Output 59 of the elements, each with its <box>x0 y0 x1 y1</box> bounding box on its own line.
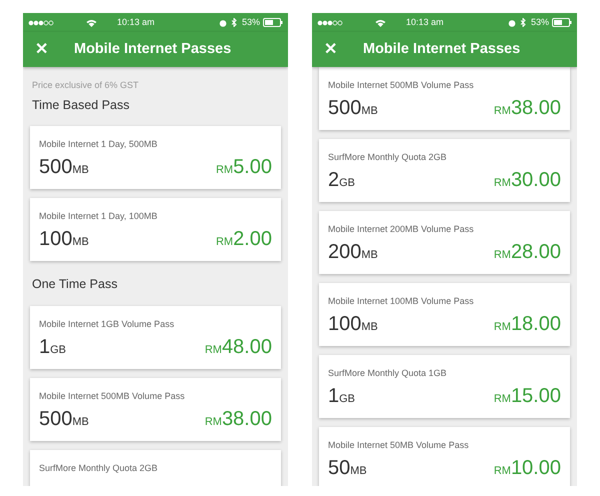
pass-name: Mobile Internet 1GB Volume Pass <box>39 318 176 331</box>
screen-title: Mobile Internet Passes <box>74 40 232 59</box>
screen-title: Mobile Internet Passes <box>363 40 520 59</box>
pass-price: RM38.00 <box>494 98 561 118</box>
pass-name: Mobile Internet 500MB Volume Pass <box>328 79 475 92</box>
pass-card[interactable]: Mobile Internet 500MB Volume Pass 500MB RM38.00 <box>30 378 281 441</box>
price-note: Price exclusive of 6% GST <box>32 79 140 92</box>
pass-name: SurfMore Monthly Quota 2GB <box>328 151 448 164</box>
wifi-icon <box>86 18 97 26</box>
data-amount: 100MB <box>328 314 378 334</box>
pass-name: Mobile Internet 50MB Volume Pass <box>328 439 470 452</box>
pass-card[interactable]: SurfMore Monthly Quota 1GB 1GB RM 15.00 <box>319 355 570 418</box>
pass-card[interactable]: Mobile Internet 200MB Volume Pass 200MB RM28.00 <box>319 211 570 274</box>
pass-card[interactable]: Mobile Internet 1 Day, 100MB 100MB RM2.00 <box>30 198 281 262</box>
bluetooth-icon <box>520 18 526 27</box>
pass-card[interactable]: SurfMore Monthly Quota 2GB <box>30 450 281 486</box>
pass-price: RM48.00 <box>204 336 272 356</box>
signal-icon <box>317 20 343 26</box>
battery-icon <box>552 18 572 27</box>
pass-price: RM28.00 <box>494 242 561 262</box>
pass-price: RM5.00 <box>216 156 272 177</box>
pass-card[interactable]: Mobile Internet 1 Day, 500MB 500MB RM5.00 <box>30 126 281 190</box>
pass-price: RM38.00 <box>204 408 272 428</box>
battery-icon <box>263 18 283 27</box>
pass-name: Mobile Internet 1 Day, 500MB <box>39 138 158 152</box>
pass-price: RM 18.00 <box>494 314 561 334</box>
data-amount: 500MB <box>328 98 378 118</box>
bluetooth-icon <box>230 18 237 27</box>
pass-card[interactable]: Mobile Internet 1GB Volume Pass 1GB RM48.00 <box>30 306 281 369</box>
pass-name: Mobile Internet 1 Day, 100MB <box>39 210 158 224</box>
section-heading: One Time Pass <box>32 276 118 294</box>
battery-percent: 53% <box>530 16 549 29</box>
data-amount: 1GB <box>39 336 66 356</box>
pass-name: SurfMore Monthly Quota 1GB <box>328 367 448 380</box>
data-amount: 500MB <box>39 156 89 177</box>
battery-percent: 53% <box>242 16 260 29</box>
wifi-icon <box>375 18 386 26</box>
pass-name: Mobile Internet 100MB Volume Pass <box>328 295 475 308</box>
pass-name: SurfMore Monthly Quota 2GB <box>39 462 159 475</box>
section-heading: Time Based Pass <box>32 96 130 114</box>
pass-name: Mobile Internet 500MB Volume Pass <box>39 390 186 403</box>
signal-icon <box>28 20 54 26</box>
pass-card[interactable]: Mobile Internet 50MB Volume Pass 50MB RM 10.00 <box>319 427 570 486</box>
pass-price: RM 15.00 <box>494 386 561 406</box>
pass-price: RM 10.00 <box>494 458 561 478</box>
data-amount: 1GB <box>328 386 356 406</box>
data-amount: 100MB <box>39 228 89 249</box>
data-amount: 2GB <box>328 170 356 190</box>
data-amount: 200MB <box>328 242 378 262</box>
data-amount: 50MB <box>328 458 367 478</box>
data-amount: 500MB <box>39 408 89 428</box>
pass-card[interactable]: Mobile Internet 500MB Volume Pass 500MB RM38.00 <box>319 67 570 130</box>
status-time: 10:13 am <box>406 16 444 29</box>
pass-card[interactable]: SurfMore Monthly Quota 2GB 2GB RM30.00 <box>319 139 570 202</box>
pass-name: Mobile Internet 200MB Volume Pass <box>328 223 475 236</box>
pass-price: RM30.00 <box>494 170 561 190</box>
pass-price: RM2.00 <box>216 228 272 249</box>
status-time: 10:13 am <box>117 16 155 29</box>
pass-card[interactable]: Mobile Internet 100MB Volume Pass 100MB RM 18.00 <box>319 283 570 346</box>
